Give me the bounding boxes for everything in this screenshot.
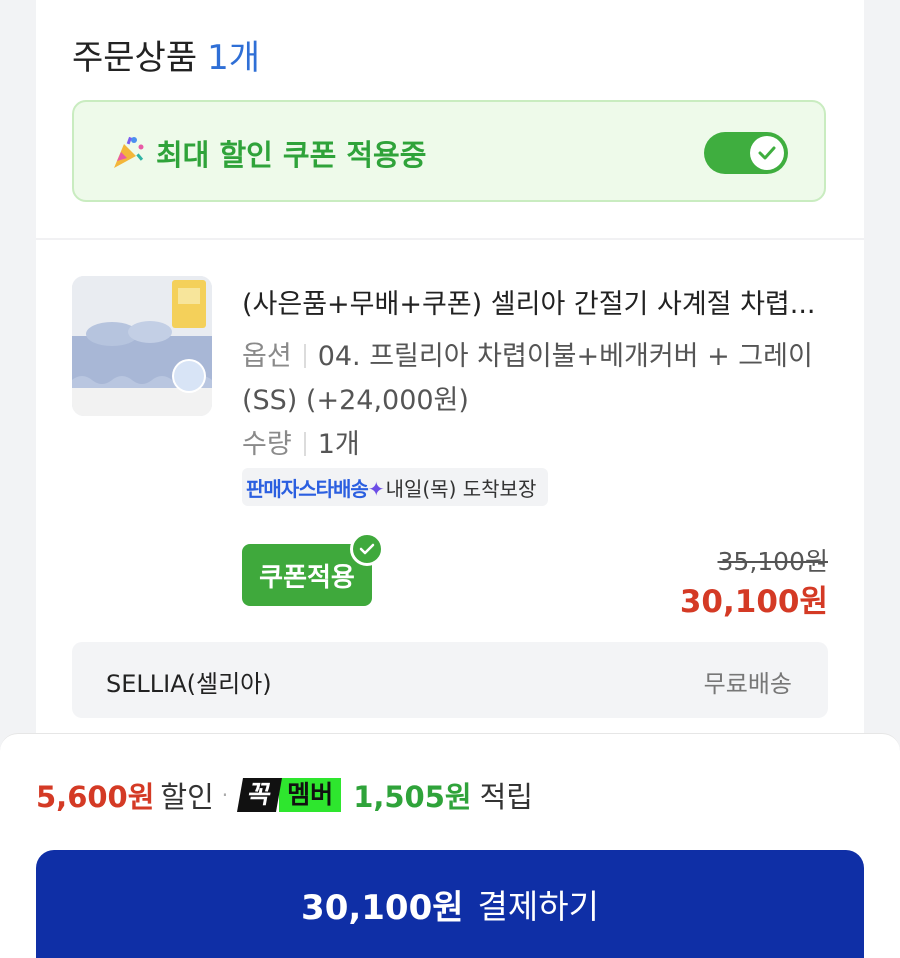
sale-price: 30,100원 xyxy=(679,584,828,620)
delivery-brand-text: 판매자스타배송 xyxy=(246,476,369,501)
discount-label: 할인 xyxy=(160,780,214,814)
member-badge-secondary: 멤버 xyxy=(279,778,342,812)
product-thumbnail[interactable] xyxy=(72,276,212,416)
quantity-label: 수량 xyxy=(242,429,292,460)
coupon-banner-label: 최대 할인 쿠폰 적용중 xyxy=(156,138,427,172)
coupon-toggle[interactable] xyxy=(704,132,788,174)
order-items-card: 주문상품 1개 최대 할인 쿠폰 적용중 (사은품+무배+쿠폰) 셀리아 간절기… xyxy=(36,0,864,740)
seller-name: SELLIA(셀리아) xyxy=(106,670,272,698)
option-label: 옵션 xyxy=(242,341,292,372)
section-title: 주문상품 1개 xyxy=(72,30,260,79)
pay-amount: 30,100원 xyxy=(301,887,464,928)
product-name[interactable]: (사은품+무배+쿠폰) 셀리아 간절기 사계절 차렵... xyxy=(242,282,828,321)
separator xyxy=(303,432,306,456)
seller-info: SELLIA(셀리아) 무료배송 xyxy=(72,642,828,718)
shipping-fee: 무료배송 xyxy=(703,670,792,698)
discount-amount: 5,600원 xyxy=(36,780,155,814)
original-price: 35,100원 xyxy=(717,547,828,576)
delivery-badge: 판매자스타배송✦ 내일(목) 도착보장 xyxy=(242,468,549,506)
option-row-continued: (SS) (+24,000원) xyxy=(242,378,469,417)
separator xyxy=(303,344,306,368)
benefit-summary: 5,600원 할인 · 꼭 멤버 1,505원 적립 xyxy=(36,774,533,816)
sparkle-icon: ✦ xyxy=(367,476,385,501)
option-value-continued: (SS) (+24,000원) xyxy=(242,385,469,416)
delivery-brand: 판매자스타배송✦ xyxy=(246,473,385,502)
divider xyxy=(36,238,864,240)
pay-button[interactable]: 30,100원 결제하기 xyxy=(36,850,864,958)
checkout-bar: 5,600원 할인 · 꼭 멤버 1,505원 적립 30,100원 결제하기 xyxy=(0,733,900,958)
reward-amount: 1,505원 xyxy=(353,780,472,814)
item-count: 1개 xyxy=(207,38,261,78)
check-icon xyxy=(750,136,784,170)
max-coupon-banner: 최대 할인 쿠폰 적용중 xyxy=(72,100,826,202)
option-row: 옵션 04. 프릴리아 차렵이불+베개커버 + 그레이 xyxy=(242,334,813,373)
pay-label: 결제하기 xyxy=(477,887,599,926)
option-value: 04. 프릴리아 차렵이불+베개커버 + 그레이 xyxy=(317,341,813,372)
party-popper-icon xyxy=(110,134,146,170)
section-title-text: 주문상품 xyxy=(72,38,198,78)
quantity-value: 1개 xyxy=(317,429,360,460)
member-badge-primary: 꼭 xyxy=(237,778,283,812)
quantity-row: 수량 1개 xyxy=(242,422,360,461)
check-icon xyxy=(350,532,384,566)
reward-label: 적립 xyxy=(479,780,533,814)
delivery-text: 내일(목) 도착보장 xyxy=(385,476,537,501)
separator: · xyxy=(221,783,229,807)
